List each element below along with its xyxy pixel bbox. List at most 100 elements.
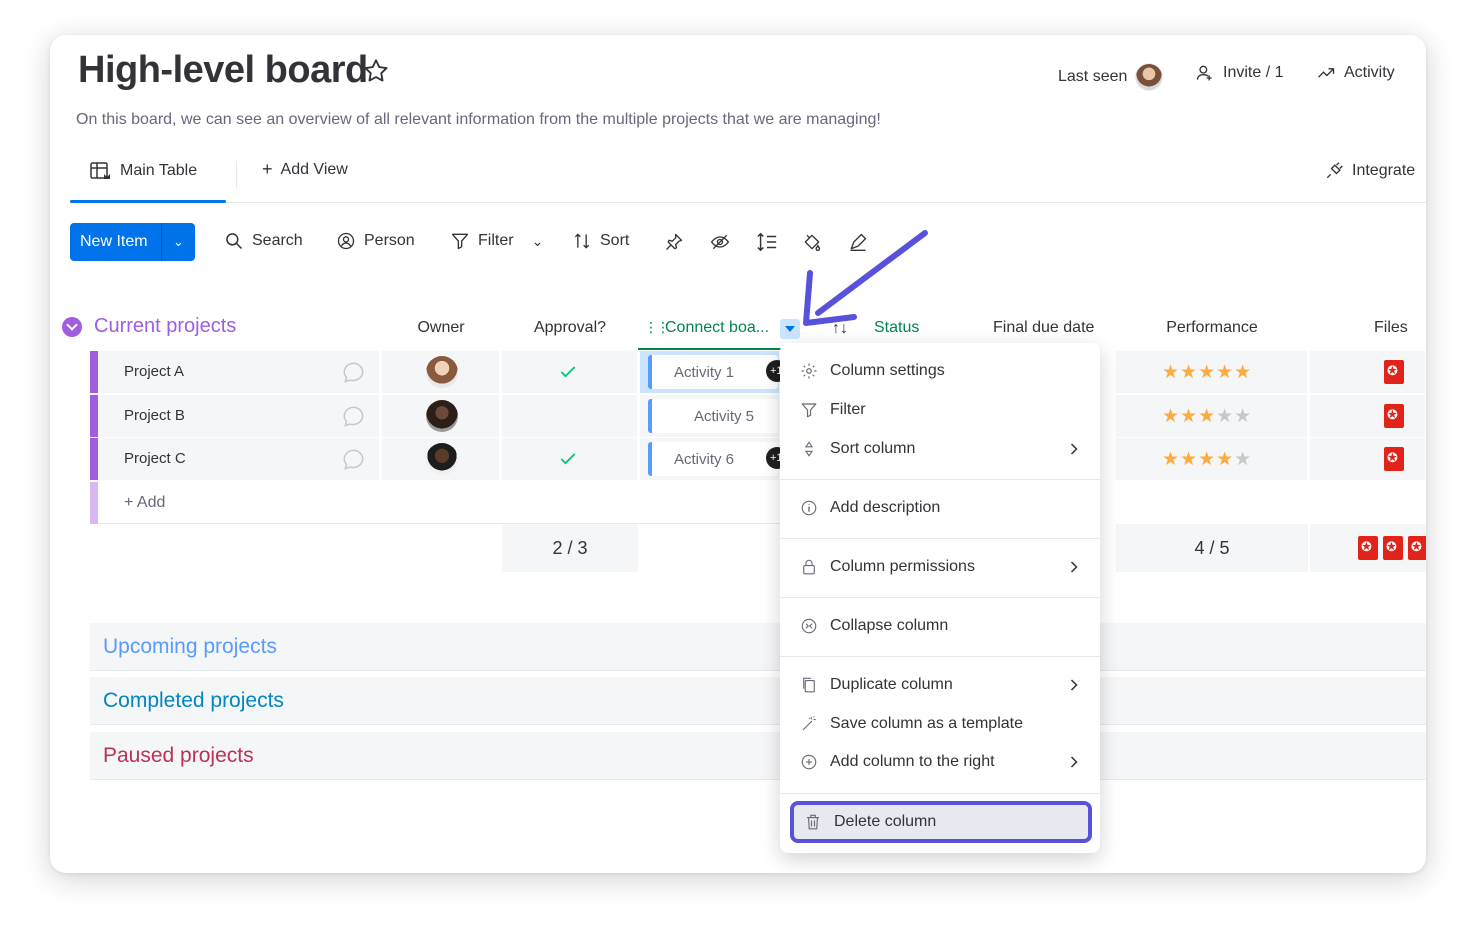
files-summary [1310,524,1426,572]
trend-icon [1318,68,1335,78]
sort-icon [574,233,590,249]
board-title[interactable]: High-level board [78,49,368,92]
menu-item-label: Column settings [830,362,945,379]
person-filter-button[interactable]: Person [336,231,415,251]
last-seen-button[interactable]: Last seen [1058,63,1164,91]
menu-item-delete-column[interactable]: Delete column [790,801,1092,843]
pdf-file-icon[interactable] [1384,360,1404,384]
approval-cell[interactable] [502,395,638,437]
column-header-performance[interactable]: Performance [1116,319,1308,337]
files-cell[interactable] [1310,351,1426,393]
pin-icon[interactable] [664,232,684,252]
filter-label: Filter [478,232,514,249]
sort-button[interactable]: Sort [572,231,629,251]
info-icon [801,500,817,516]
owner-cell[interactable] [382,351,500,393]
comment-bubble-icon[interactable] [341,360,367,386]
approval-cell[interactable] [502,351,638,393]
pdf-file-icon[interactable] [1358,536,1378,560]
plus-icon: + [262,159,273,179]
table-row[interactable]: Project A Activity 1 +1 ★★★★★ [90,351,1426,393]
menu-item-sort-column[interactable]: Sort column [780,430,1100,468]
collapse-group-icon[interactable] [62,316,82,337]
menu-divider [780,597,1100,598]
menu-item-column-permissions[interactable]: Column permissions [780,548,1100,586]
group-upcoming-projects[interactable]: Upcoming projects [90,623,1426,671]
rating-stars[interactable]: ★★★★★ [1162,405,1252,428]
item-name: Project A [124,363,185,380]
performance-cell[interactable]: ★★★★★ [1116,395,1308,437]
item-name-cell[interactable]: Project C [98,438,380,480]
item-name: Project C [124,450,186,467]
delete-column-row[interactable]: Delete column [784,805,1104,839]
connect-board-cell[interactable]: Activity 1 +1 [640,351,788,393]
connect-board-cell[interactable]: Activity 6 +1 [640,438,788,480]
pdf-file-icon[interactable] [1408,536,1426,560]
pdf-file-icon[interactable] [1384,404,1404,428]
performance-cell[interactable]: ★★★★★ [1116,438,1308,480]
chevron-down-icon[interactable]: ⌄ [162,234,195,250]
favorite-star-icon[interactable] [362,57,390,85]
menu-item-add-description[interactable]: Add description [780,489,1100,527]
column-header-owner[interactable]: Owner [382,319,500,337]
owner-cell[interactable] [382,438,500,480]
table-icon [90,162,110,179]
column-header-due-date[interactable]: Final due date [993,319,1094,337]
row-color-bar [90,482,98,524]
integrate-button[interactable]: Integrate [1324,161,1415,181]
performance-cell[interactable]: ★★★★★ [1116,351,1308,393]
menu-item-filter[interactable]: Filter [780,391,1100,429]
hide-eye-icon[interactable] [710,232,730,252]
group-completed-projects[interactable]: Completed projects [90,677,1426,725]
add-view-button[interactable]: + Add View [262,159,348,180]
table-row[interactable]: Project C Activity 6 +1 ★★★★★ [90,438,1426,480]
menu-item-duplicate-column[interactable]: Duplicate column [780,666,1100,704]
item-name-cell[interactable]: Project B [98,395,380,437]
search-button[interactable]: Search [224,231,303,251]
group-paused-projects[interactable]: Paused projects [90,732,1426,780]
column-header-files[interactable]: Files [1374,319,1408,337]
invite-button[interactable]: Invite / 1 [1195,63,1283,83]
menu-item-collapse-column[interactable]: Collapse column [780,607,1100,645]
menu-item-label: Duplicate column [830,676,953,693]
group-title: Paused projects [103,744,254,767]
filter-button[interactable]: Filter ⌄ [450,231,543,251]
files-cell[interactable] [1310,438,1426,480]
person-label: Person [364,232,415,249]
pdf-file-icon[interactable] [1383,536,1403,560]
activity-chip[interactable]: Activity 1 [648,355,778,389]
comment-bubble-icon[interactable] [341,447,367,473]
table-row[interactable]: Project B Activity 5 ★★★★★ [90,395,1426,437]
owner-cell[interactable] [382,395,500,437]
menu-item-add-column-right[interactable]: Add column to the right [780,743,1100,781]
add-item-row[interactable]: + Add [90,482,780,524]
group-current-projects[interactable]: Current projects [62,315,236,338]
new-item-button[interactable]: New Item ⌄ [70,223,195,261]
tabs-divider [70,202,1426,203]
activity-chip[interactable]: Activity 5 [648,399,778,433]
files-cell[interactable] [1310,395,1426,437]
menu-item-column-settings[interactable]: Column settings [780,352,1100,390]
chevron-down-icon[interactable]: ⌄ [532,233,544,250]
comment-bubble-icon[interactable] [341,404,367,430]
tab-main-table[interactable]: Main Table [88,159,197,183]
menu-item-label: Delete column [834,813,937,830]
menu-item-label: Add description [830,499,941,516]
group-title: Current projects [94,315,237,337]
avatar [1135,63,1164,91]
activity-chip[interactable]: Activity 6 [648,442,778,476]
connect-board-cell[interactable]: Activity 5 [640,395,780,437]
pdf-file-icon[interactable] [1384,447,1404,471]
rating-stars[interactable]: ★★★★★ [1162,448,1252,471]
menu-item-label: Save column as a template [830,715,1023,732]
item-name-cell[interactable]: Project A [98,351,380,393]
rating-stars[interactable]: ★★★★★ [1162,361,1252,384]
approval-summary: 2 / 3 [502,524,638,572]
board-description[interactable]: On this board, we can see an overview of… [76,111,881,129]
activity-button[interactable]: Activity [1316,63,1395,83]
column-header-approval[interactable]: Approval? [502,319,638,337]
approval-cell[interactable] [502,438,638,480]
menu-item-save-template[interactable]: Save column as a template [780,705,1100,743]
row-height-icon[interactable] [756,231,778,253]
board-window: High-level board On this board, we can s… [50,35,1426,873]
